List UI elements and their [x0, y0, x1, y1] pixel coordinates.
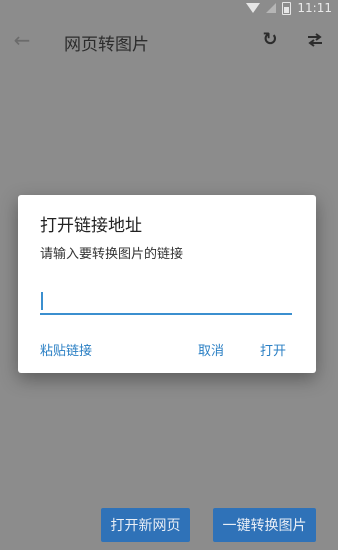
convert-to-image-button[interactable]: 一键转换图片 — [213, 508, 316, 542]
dialog-title: 打开链接地址 — [40, 216, 142, 236]
text-cursor — [41, 292, 43, 310]
compare-arrows-icon[interactable] — [300, 28, 330, 52]
back-arrow-icon[interactable]: ← — [10, 28, 34, 52]
open-link-dialog: 打开链接地址 请输入要转换图片的链接 粘贴链接 取消 打开 — [18, 195, 316, 373]
status-time: 11:11 — [297, 1, 332, 15]
status-icons: 11:11 — [246, 1, 332, 15]
battery-icon — [282, 1, 292, 15]
refresh-icon[interactable]: ↻ — [258, 28, 282, 52]
status-bar: 11:11 — [0, 0, 338, 18]
paste-link-button[interactable]: 粘贴链接 — [40, 340, 92, 359]
page-title: 网页转图片 — [64, 35, 149, 55]
open-new-page-button[interactable]: 打开新网页 — [101, 508, 190, 542]
wifi-icon — [246, 3, 261, 13]
open-button[interactable]: 打开 — [260, 340, 286, 359]
signal-icon — [266, 3, 277, 13]
url-input[interactable] — [40, 287, 292, 315]
dialog-message: 请输入要转换图片的链接 — [40, 247, 184, 262]
app-bar: ← 网页转图片 ↻ — [0, 18, 338, 66]
cancel-button[interactable]: 取消 — [198, 340, 224, 359]
